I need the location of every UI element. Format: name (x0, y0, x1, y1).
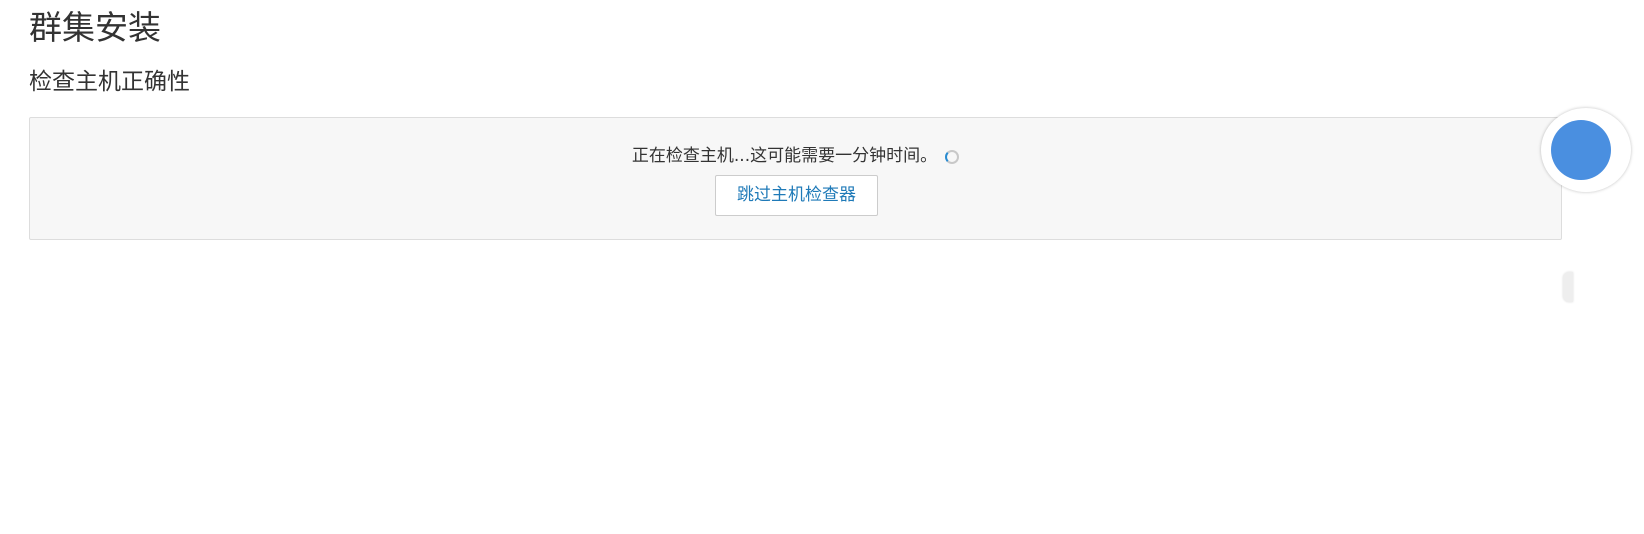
skip-host-checker-button[interactable]: 跳过主机检查器 (715, 175, 878, 216)
loading-spinner-icon (945, 150, 960, 164)
side-tab-handle[interactable] (1563, 272, 1573, 302)
host-check-panel: 正在检查主机...这可能需要一分钟时间。 跳过主机检查器 (29, 117, 1562, 240)
floating-assistant-circle (1551, 120, 1611, 180)
status-text: 正在检查主机...这可能需要一分钟时间。 (631, 146, 938, 166)
floating-assistant-icon[interactable] (1541, 108, 1631, 192)
status-line: 正在检查主机...这可能需要一分钟时间。 (30, 144, 1561, 168)
page-title: 群集安装 (29, 8, 161, 47)
cluster-install-page: 群集安装 检查主机正确性 正在检查主机...这可能需要一分钟时间。 跳过主机检查… (0, 0, 1644, 534)
section-title: 检查主机正确性 (29, 69, 190, 95)
